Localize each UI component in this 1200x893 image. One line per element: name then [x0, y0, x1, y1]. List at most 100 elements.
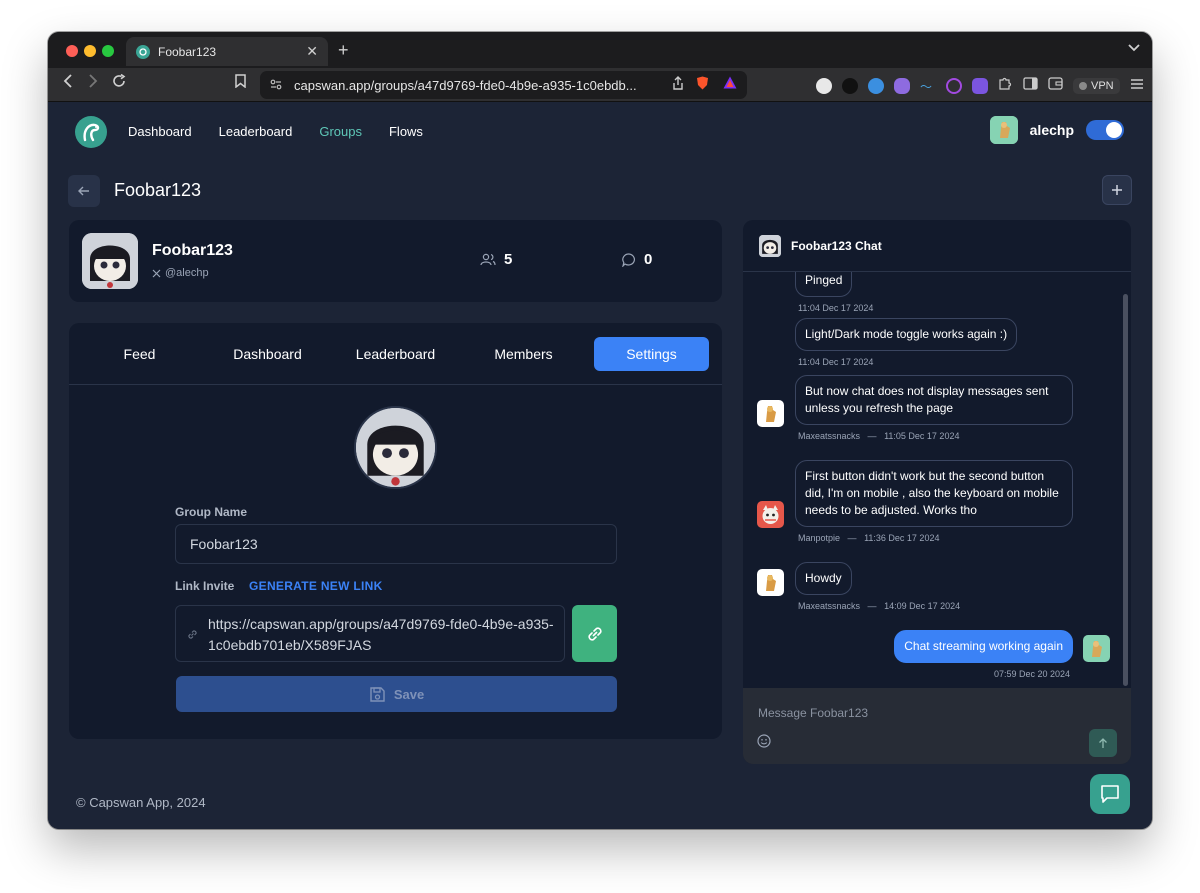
- message-author-avatar[interactable]: [757, 400, 784, 427]
- close-window-button[interactable]: [66, 45, 78, 57]
- main-nav: Dashboard Leaderboard Groups Flows: [128, 124, 423, 139]
- message-author-avatar[interactable]: [757, 501, 784, 528]
- bookmark-icon[interactable]: [230, 74, 250, 93]
- extension-7-icon[interactable]: [972, 78, 988, 94]
- capswan-logo-icon[interactable]: [75, 116, 107, 148]
- extension-2-icon[interactable]: [842, 78, 858, 94]
- chat-composer: Message Foobar123: [743, 688, 1131, 764]
- tab-settings[interactable]: Settings: [594, 337, 709, 371]
- members-count: 5: [504, 251, 513, 268]
- invite-url-line-1: https://capswan.app/groups/a47d9769-fde0…: [208, 616, 554, 632]
- minimize-window-button[interactable]: [84, 45, 96, 57]
- invite-url: https://capswan.app/groups/a47d9769-fde0…: [208, 614, 554, 656]
- message-bubble: First button didn't work but the second …: [795, 460, 1073, 527]
- extension-1-icon[interactable]: [816, 78, 832, 94]
- browser-tabstrip: Foobar123 ✕ +: [48, 32, 1152, 68]
- message-meta: 07:59 Dec 20 2024: [993, 669, 1070, 679]
- message-line: needs to be adjusted. Works tho: [805, 503, 977, 517]
- back-button[interactable]: [68, 175, 100, 207]
- copy-link-button[interactable]: [572, 605, 617, 662]
- brave-rewards-icon[interactable]: [723, 76, 737, 94]
- group-name-input[interactable]: Foobar123: [175, 524, 617, 564]
- message-meta: Maxeatssnacks — 14:09 Dec 17 2024: [798, 601, 960, 611]
- extension-6-icon[interactable]: [946, 78, 962, 94]
- vpn-button[interactable]: VPN: [1073, 78, 1120, 94]
- add-button[interactable]: [1102, 175, 1132, 205]
- group-avatar-large[interactable]: [354, 406, 437, 489]
- sidebar-toggle-icon[interactable]: [1023, 77, 1038, 95]
- message-bubble: Light/Dark mode toggle works again :): [795, 318, 1018, 351]
- extension-3-icon[interactable]: [868, 78, 884, 94]
- address-bar[interactable]: capswan.app/groups/a47d9769-fde0-4b9e-a9…: [260, 71, 747, 99]
- save-floppy-icon: [370, 686, 385, 702]
- chat-messages[interactable]: Pinged 11:04 Dec 17 2024 Light/Dark mode…: [743, 272, 1131, 688]
- share-icon[interactable]: [672, 75, 684, 95]
- chat-scrollbar[interactable]: [1123, 294, 1128, 686]
- message-author: Maxeatssnacks: [798, 431, 861, 441]
- invite-url-line-2: 1c0ebdb701eb/X589FJAS: [208, 637, 372, 653]
- user-avatar[interactable]: [989, 116, 1018, 144]
- members-stat: 5: [480, 251, 512, 268]
- invite-link-input[interactable]: https://capswan.app/groups/a47d9769-fde0…: [175, 605, 565, 662]
- page-title: Foobar123: [114, 180, 202, 200]
- send-button[interactable]: [1089, 729, 1117, 757]
- message-meta: 11:04 Dec 17 2024: [798, 303, 874, 313]
- maximize-window-button[interactable]: [102, 45, 114, 57]
- chat-message-input[interactable]: Message Foobar123: [758, 706, 868, 720]
- browser-tab-active[interactable]: Foobar123 ✕: [126, 37, 328, 66]
- message-meta: 11:04 Dec 17 2024: [798, 357, 874, 367]
- extension-icons: 〜 VPN: [816, 76, 1144, 96]
- tab-members[interactable]: Members: [466, 337, 581, 371]
- reload-icon[interactable]: [109, 73, 129, 93]
- toggle-knob: [1106, 122, 1122, 138]
- comment-icon: [622, 252, 635, 267]
- group-handle-text: @alechp: [165, 267, 209, 279]
- wallet-icon[interactable]: [1048, 77, 1063, 95]
- message-author: Manpotpie: [798, 533, 841, 543]
- message-line: did, I'm on mobile , also the keyboard o…: [805, 486, 1059, 500]
- message-bubble: But now chat does not display messages s…: [795, 375, 1073, 425]
- back-nav-icon[interactable]: [58, 74, 78, 93]
- brave-shields-icon[interactable]: [696, 76, 709, 95]
- extension-5-icon[interactable]: 〜: [920, 78, 936, 94]
- emoji-icon[interactable]: [757, 734, 771, 753]
- site-settings-icon[interactable]: [270, 78, 282, 93]
- tab-leaderboard[interactable]: Leaderboard: [338, 337, 453, 371]
- message-line: First button didn't work but the second …: [805, 469, 1045, 483]
- menu-hamburger-icon[interactable]: [1130, 77, 1144, 95]
- link-invite-label: Link Invite: [175, 579, 235, 593]
- nav-flows[interactable]: Flows: [389, 124, 423, 139]
- nav-leaderboard[interactable]: Leaderboard: [219, 124, 293, 139]
- own-avatar[interactable]: [1083, 635, 1110, 662]
- x-logo-icon: [152, 269, 161, 277]
- arrow-up-icon: [1099, 737, 1107, 748]
- message-bubble: Chat streaming working again: [894, 630, 1073, 663]
- nav-dashboard[interactable]: Dashboard: [128, 124, 192, 139]
- nav-groups[interactable]: Groups: [319, 124, 362, 139]
- extensions-puzzle-icon[interactable]: [998, 76, 1013, 96]
- chat-message: First button didn't work but the second …: [795, 460, 1073, 543]
- save-label: Save: [393, 686, 425, 702]
- extension-4-icon[interactable]: [894, 78, 910, 94]
- app-content: Dashboard Leaderboard Groups Flows alech…: [48, 102, 1152, 829]
- forward-nav-icon[interactable]: [83, 74, 103, 93]
- new-tab-button[interactable]: +: [338, 40, 349, 61]
- tab-feed[interactable]: Feed: [82, 337, 197, 371]
- message-author-avatar[interactable]: [757, 569, 784, 596]
- group-handle[interactable]: @alechp: [152, 267, 209, 279]
- user-name[interactable]: alechp: [1030, 122, 1074, 138]
- message-separator: —: [847, 533, 857, 543]
- generate-new-link-button[interactable]: GENERATE NEW LINK: [249, 579, 383, 593]
- close-tab-icon[interactable]: ✕: [306, 43, 318, 60]
- tab-list-chevron-icon[interactable]: [1128, 41, 1140, 55]
- url-text: capswan.app/groups/a47d9769-fde0-4b9e-a9…: [294, 77, 637, 93]
- group-name: Foobar123: [152, 242, 233, 259]
- save-button[interactable]: Save: [176, 676, 617, 712]
- group-settings-card: Feed Dashboard Leaderboard Members Setti…: [69, 323, 722, 739]
- tab-dashboard[interactable]: Dashboard: [210, 337, 325, 371]
- theme-toggle[interactable]: [1086, 120, 1124, 140]
- chat-fab-button[interactable]: [1090, 774, 1130, 814]
- group-name-label: Group Name: [175, 505, 248, 519]
- message-time: 11:36 Dec 17 2024: [864, 533, 940, 543]
- comments-stat: 0: [622, 251, 652, 268]
